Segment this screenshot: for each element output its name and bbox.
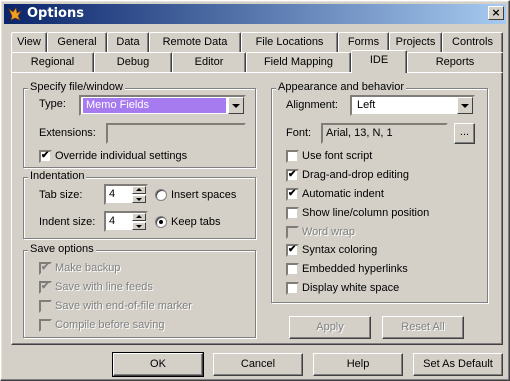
tab-editor[interactable]: Editor [172, 52, 246, 72]
spin-up-icon[interactable] [132, 213, 146, 221]
check-icon: ✔ [41, 281, 50, 292]
tab-forms[interactable]: Forms [338, 32, 389, 52]
show-line-column-label: Show line/column position [302, 207, 430, 219]
appearance-legend: Appearance and behavior [276, 81, 406, 93]
font-field[interactable]: Arial, 13, N, 1 [321, 123, 448, 144]
tab-general[interactable]: General [47, 32, 107, 52]
embedded-hyperlinks-checkbox[interactable] [286, 263, 299, 276]
keep-tabs-radio[interactable] [155, 216, 167, 228]
save-eof-marker-label: Save with end-of-file marker [55, 300, 192, 312]
tab-remote-data[interactable]: Remote Data [149, 32, 241, 52]
alignment-value: Left [357, 99, 376, 111]
check-icon: ✔ [288, 188, 297, 199]
type-value: Memo Fields [83, 98, 226, 113]
insert-spaces-label: Insert spaces [171, 189, 237, 201]
tab-projects[interactable]: Projects [389, 32, 442, 52]
specify-legend: Specify file/window [28, 81, 125, 93]
drag-drop-editing-checkbox[interactable]: ✔ [286, 169, 299, 182]
extensions-field[interactable] [106, 123, 246, 144]
close-icon[interactable]: × [488, 6, 504, 20]
window-title: Options [27, 6, 84, 21]
tab-data[interactable]: Data [107, 32, 149, 52]
compile-before-saving-checkbox[interactable] [39, 319, 52, 332]
save-eof-marker-checkbox[interactable] [39, 300, 52, 313]
tab-field-mapping[interactable]: Field Mapping [246, 52, 351, 72]
tab-size-label: Tab size: [39, 189, 83, 201]
ok-button[interactable]: OK [112, 352, 204, 377]
show-line-column-checkbox[interactable] [286, 207, 299, 220]
drag-drop-editing-label: Drag-and-drop editing [302, 169, 410, 181]
spin-down-icon[interactable] [132, 222, 146, 230]
alignment-label: Alignment: [286, 99, 338, 111]
check-icon: ✔ [41, 150, 50, 161]
apply-button[interactable]: Apply [289, 316, 371, 339]
tab-row-back: View General Data Remote Data File Locat… [11, 32, 503, 52]
save-line-feeds-checkbox[interactable]: ✔ [39, 281, 52, 294]
tab-view[interactable]: View [11, 32, 47, 52]
override-checkbox[interactable]: ✔ [39, 150, 52, 163]
tab-file-locations[interactable]: File Locations [241, 32, 338, 52]
title-bar[interactable]: Options × [4, 4, 506, 24]
use-font-script-checkbox[interactable] [286, 150, 299, 163]
font-browse-button[interactable]: ... [454, 123, 475, 144]
indent-size-stepper[interactable]: 4 [104, 211, 148, 232]
syntax-coloring-checkbox[interactable]: ✔ [286, 244, 299, 257]
make-backup-checkbox[interactable]: ✔ [39, 262, 52, 275]
radio-selected-dot [159, 220, 163, 224]
type-label: Type: [39, 98, 66, 110]
syntax-coloring-label: Syntax coloring [302, 244, 378, 256]
display-white-space-label: Display white space [302, 282, 400, 294]
tab-controls[interactable]: Controls [442, 32, 503, 52]
help-button[interactable]: Help [313, 353, 403, 376]
spin-down-icon[interactable] [132, 195, 146, 203]
options-dialog: Options × View General Data Remote Data … [0, 0, 510, 381]
check-icon: ✔ [288, 244, 297, 255]
make-backup-label: Make backup [55, 262, 121, 274]
keep-tabs-label: Keep tabs [171, 216, 221, 228]
reset-all-button[interactable]: Reset All [382, 316, 464, 339]
tab-reports[interactable]: Reports [407, 52, 503, 72]
extensions-label: Extensions: [39, 127, 96, 139]
set-as-default-button[interactable]: Set As Default [413, 353, 503, 376]
display-white-space-checkbox[interactable] [286, 282, 299, 295]
compile-before-saving-label: Compile before saving [55, 319, 165, 331]
insert-spaces-radio[interactable] [155, 189, 167, 201]
word-wrap-checkbox[interactable] [286, 226, 299, 239]
tab-size-stepper[interactable]: 4 [104, 184, 148, 205]
indent-size-label: Indent size: [39, 216, 96, 228]
fox-app-icon [8, 7, 22, 21]
save-options-legend: Save options [28, 243, 96, 255]
override-label: Override individual settings [55, 150, 188, 162]
use-font-script-label: Use font script [302, 150, 373, 162]
word-wrap-label: Word wrap [302, 226, 355, 238]
automatic-indent-checkbox[interactable]: ✔ [286, 188, 299, 201]
check-icon: ✔ [288, 169, 297, 180]
tab-debug[interactable]: Debug [94, 52, 172, 72]
indent-size-value: 4 [109, 215, 116, 227]
check-icon: ✔ [41, 262, 50, 273]
font-value: Arial, 13, N, 1 [326, 127, 393, 139]
tab-regional[interactable]: Regional [11, 52, 94, 72]
embedded-hyperlinks-label: Embedded hyperlinks [302, 263, 408, 275]
chevron-down-icon[interactable] [228, 97, 244, 114]
alignment-select[interactable]: Left [350, 95, 475, 116]
font-label: Font: [286, 127, 312, 139]
tab-size-value: 4 [109, 188, 116, 200]
spin-up-icon[interactable] [132, 186, 146, 194]
tab-row-front: Regional Debug Editor Field Mapping IDE … [11, 50, 503, 73]
chevron-down-icon[interactable] [457, 97, 473, 114]
automatic-indent-label: Automatic indent [302, 188, 384, 200]
indentation-legend: Indentation [28, 170, 87, 182]
type-select[interactable]: Memo Fields [79, 95, 246, 116]
save-line-feeds-label: Save with line feeds [55, 281, 153, 293]
tab-ide[interactable]: IDE [351, 50, 407, 73]
cancel-button[interactable]: Cancel [213, 353, 303, 376]
